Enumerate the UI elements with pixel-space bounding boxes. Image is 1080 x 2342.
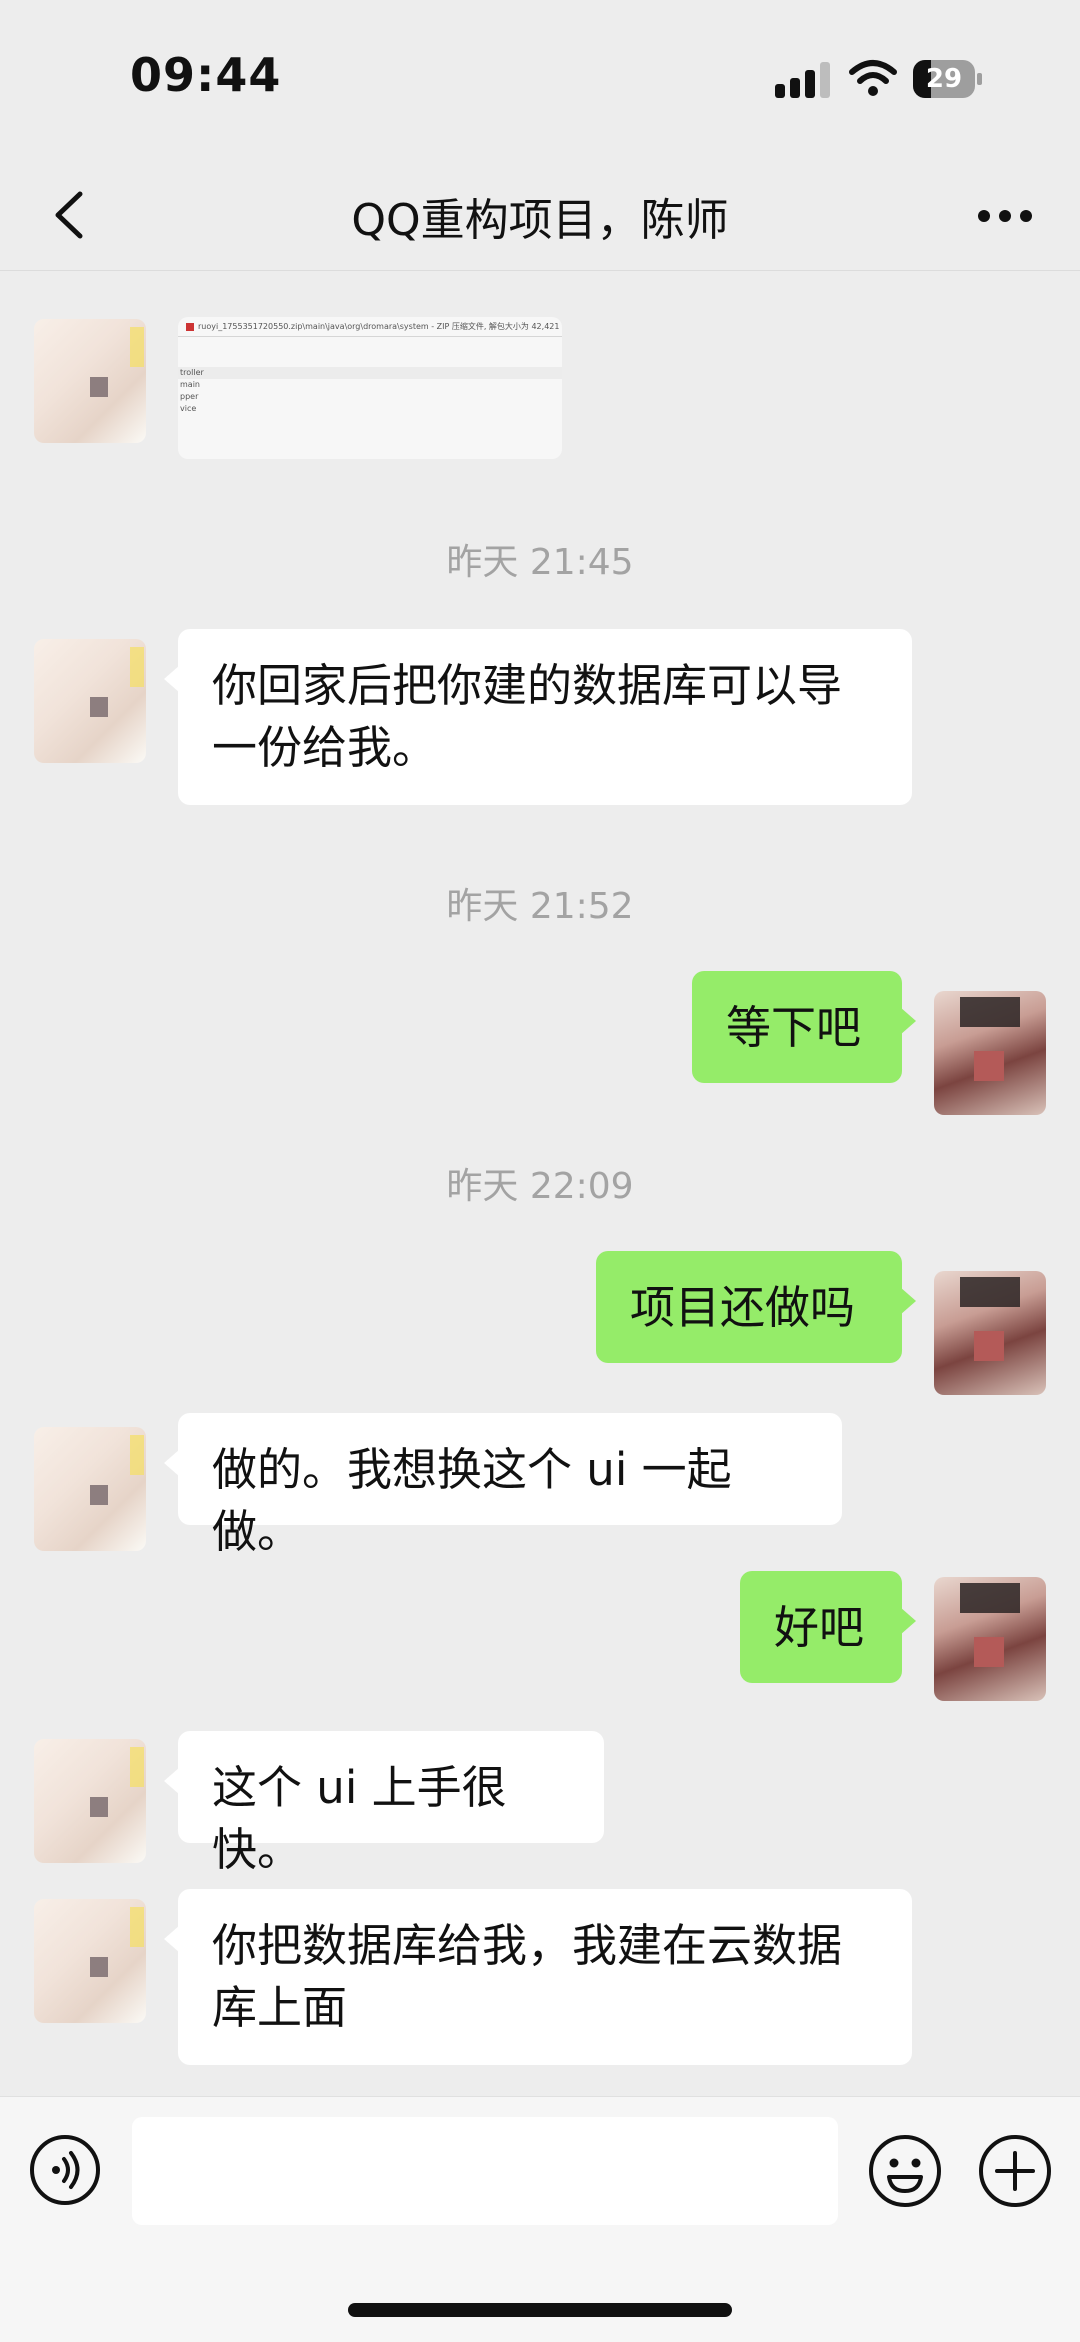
contact-avatar[interactable] [34,1739,146,1863]
emoji-button[interactable] [867,2133,943,2209]
timestamp: 昨天 21:45 [446,542,634,583]
chat-header: QQ重构项目，陈师 [0,160,1080,271]
message-bubble[interactable]: 你回家后把你建的数据库可以导一份给我。 [164,629,912,805]
file-row: pper [180,392,199,401]
status-bar: 09:44 29 [0,0,1080,160]
file-row: main [180,380,200,389]
file-row: troller [178,367,562,379]
contact-avatar[interactable] [34,1427,146,1551]
my-avatar[interactable] [934,1271,1046,1395]
message-bubble[interactable]: 项目还做吗 [596,1251,916,1363]
plus-icon [979,2135,1051,2207]
status-time: 09:44 [130,48,282,102]
chat-area[interactable]: ruoyi_1755351720550.zip\main\java\org\dr… [0,271,1080,2096]
my-avatar[interactable] [934,991,1046,1115]
timestamp: 昨天 22:09 [446,1166,634,1207]
wifi-icon [849,60,897,96]
contact-avatar[interactable] [34,319,146,443]
voice-icon [52,2151,80,2189]
message-bubble[interactable]: 做的。我想换这个 ui 一起做。 [164,1413,842,1558]
my-avatar[interactable] [934,1577,1046,1701]
emoji-icon [869,2135,941,2207]
message-bubble[interactable]: 你把数据库给我，我建在云数据库上面 [164,1889,912,2065]
battery-level: 29 [925,64,963,94]
back-button[interactable] [40,180,100,250]
contact-avatar[interactable] [34,1899,146,2023]
signal-icon [775,62,835,98]
more-button[interactable] [970,190,1040,240]
more-dots-icon [978,210,990,222]
message-bubble[interactable]: 这个 ui 上手很快。 [164,1731,604,1876]
message-input[interactable] [132,2117,838,2225]
plus-button[interactable] [977,2133,1053,2209]
chat-title: QQ重构项目，陈师 [351,195,729,246]
timestamp: 昨天 21:52 [446,886,634,927]
file-preview-image[interactable]: ruoyi_1755351720550.zip\main\java\org\dr… [178,317,562,459]
chevron-left-icon [55,191,83,239]
battery-icon: 29 [913,60,983,98]
voice-button[interactable] [30,2135,100,2205]
home-indicator[interactable] [348,2303,732,2317]
contact-avatar[interactable] [34,639,146,763]
file-preview-header: ruoyi_1755351720550.zip\main\java\org\dr… [178,317,562,337]
file-row: vice [180,404,197,413]
message-bubble[interactable]: 等下吧 [692,971,916,1083]
message-bubble[interactable]: 好吧 [740,1571,916,1683]
